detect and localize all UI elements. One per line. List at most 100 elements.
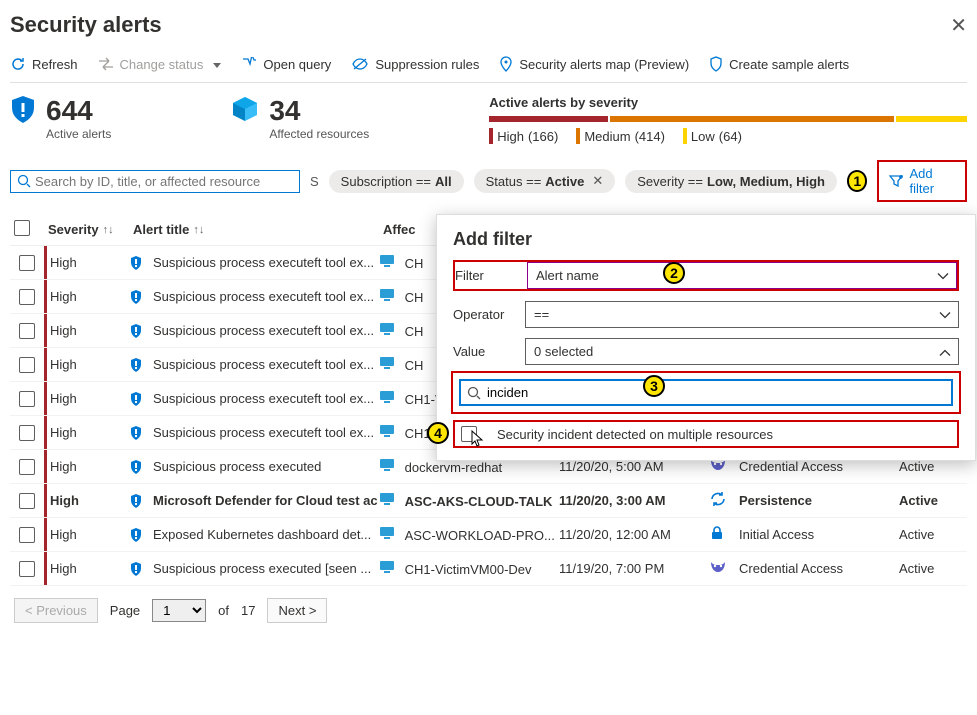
sev-bar-medium bbox=[610, 116, 894, 122]
cell-severity: High bbox=[50, 357, 129, 372]
cell-status: Active bbox=[899, 459, 959, 474]
search-box[interactable] bbox=[10, 170, 300, 193]
row-checkbox[interactable] bbox=[19, 357, 35, 373]
alert-shield-icon bbox=[129, 391, 143, 407]
cell-title: Microsoft Defender for Cloud test ac ... bbox=[129, 493, 379, 509]
monitor-icon bbox=[379, 254, 395, 268]
monitor-icon bbox=[379, 322, 395, 336]
severity-section: Active alerts by severity High (166) Med… bbox=[489, 95, 967, 144]
col-severity[interactable]: Severity ↑↓ bbox=[48, 222, 133, 237]
table-row[interactable]: High Microsoft Defender for Cloud test a… bbox=[10, 484, 967, 518]
filter-icon bbox=[889, 175, 903, 187]
previous-button[interactable]: < Previous bbox=[14, 598, 98, 623]
open-query-icon bbox=[241, 57, 257, 71]
operator-select[interactable]: == bbox=[525, 301, 959, 328]
open-query-button[interactable]: Open query bbox=[241, 57, 331, 72]
value-search-input[interactable] bbox=[487, 385, 945, 400]
row-checkbox[interactable] bbox=[19, 425, 35, 441]
pill-status[interactable]: Status == Active ✕ bbox=[474, 169, 616, 193]
affected-resources-stat: 34 Affected resources bbox=[231, 95, 369, 141]
filter-select[interactable]: Alert name bbox=[527, 262, 957, 289]
alert-shield-icon bbox=[129, 425, 143, 441]
cell-resource: ASC-WORKLOAD-PRO... bbox=[379, 526, 559, 543]
table-area: Severity ↑↓ Alert title ↑↓ Affec High Su… bbox=[10, 214, 967, 586]
severity-indicator bbox=[44, 518, 47, 551]
cell-title: Suspicious process executeft tool ex... bbox=[129, 323, 379, 339]
active-label: Active alerts bbox=[46, 127, 111, 141]
cell-time: 11/20/20, 5:00 AM bbox=[559, 459, 709, 474]
change-status-icon bbox=[98, 57, 114, 71]
severity-indicator bbox=[44, 314, 47, 347]
monitor-icon bbox=[379, 492, 395, 506]
change-status-label: Change status bbox=[120, 57, 204, 72]
severity-indicator bbox=[44, 348, 47, 381]
table-row[interactable]: High Suspicious process executed [seen .… bbox=[10, 552, 967, 586]
next-button[interactable]: Next > bbox=[267, 598, 327, 623]
sev-low-chip: Low (64) bbox=[683, 128, 742, 144]
change-status-button[interactable]: Change status bbox=[98, 57, 222, 72]
marker-2: 2 bbox=[663, 262, 685, 284]
refresh-button[interactable]: Refresh bbox=[10, 56, 78, 72]
truncated-s: S bbox=[310, 174, 319, 189]
cell-severity: High bbox=[50, 527, 129, 542]
affected-count: 34 bbox=[269, 95, 369, 127]
cell-severity: High bbox=[50, 255, 129, 270]
row-checkbox[interactable] bbox=[19, 561, 35, 577]
map-button[interactable]: Security alerts map (Preview) bbox=[499, 56, 689, 72]
of-label: of bbox=[218, 603, 229, 618]
sample-alerts-button[interactable]: Create sample alerts bbox=[709, 56, 849, 72]
row-checkbox[interactable] bbox=[19, 255, 35, 271]
cell-severity: High bbox=[50, 561, 129, 576]
refresh-label: Refresh bbox=[32, 57, 78, 72]
active-count: 644 bbox=[46, 95, 111, 127]
add-filter-label: Add filter bbox=[909, 166, 955, 196]
add-filter-button[interactable]: Add filter bbox=[877, 160, 967, 202]
page-select[interactable]: 1 bbox=[152, 599, 206, 622]
cell-title: Suspicious process executeft tool ex... bbox=[129, 391, 379, 407]
value-select[interactable]: 0 selected bbox=[525, 338, 959, 365]
cell-status: Active bbox=[899, 527, 959, 542]
swatch-low bbox=[683, 128, 687, 144]
severity-indicator bbox=[44, 552, 47, 585]
row-checkbox[interactable] bbox=[19, 527, 35, 543]
clear-status-icon[interactable]: ✕ bbox=[592, 173, 603, 189]
sort-icon: ↑↓ bbox=[103, 224, 114, 236]
pill-severity[interactable]: Severity == Low, Medium, High bbox=[625, 170, 837, 193]
row-checkbox[interactable] bbox=[19, 323, 35, 339]
alert-shield-icon bbox=[129, 255, 143, 271]
total-pages: 17 bbox=[241, 603, 255, 618]
row-checkbox[interactable] bbox=[19, 493, 35, 509]
suppression-button[interactable]: Suppression rules bbox=[351, 57, 479, 72]
filter-row: S Subscription == All Status == Active ✕… bbox=[10, 160, 967, 202]
col-title[interactable]: Alert title ↑↓ bbox=[133, 222, 383, 237]
cell-resource: CH1-VictimVM00-Dev bbox=[379, 560, 559, 577]
cube-icon bbox=[231, 95, 259, 123]
pill-subscription[interactable]: Subscription == All bbox=[329, 170, 464, 193]
close-icon[interactable]: ✕ bbox=[950, 13, 967, 38]
table-row[interactable]: High Exposed Kubernetes dashboard det...… bbox=[10, 518, 967, 552]
cell-title: Suspicious process executeft tool ex... bbox=[129, 425, 379, 441]
filter-option[interactable]: 4 Security incident detected on multiple… bbox=[453, 420, 959, 448]
cell-title: Suspicious process executed bbox=[129, 459, 379, 475]
row-checkbox[interactable] bbox=[19, 459, 35, 475]
sev-medium-chip: Medium (414) bbox=[576, 128, 665, 144]
row-checkbox[interactable] bbox=[19, 289, 35, 305]
refresh-icon bbox=[10, 56, 26, 72]
chevron-down-icon bbox=[939, 307, 951, 322]
chevron-up-icon bbox=[939, 344, 951, 359]
marker-1: 1 bbox=[847, 170, 868, 192]
chevron-down-icon bbox=[209, 57, 221, 72]
search-icon bbox=[467, 386, 481, 400]
page-title: Security alerts bbox=[10, 12, 162, 38]
marker-4: 4 bbox=[427, 422, 449, 444]
row-checkbox[interactable] bbox=[19, 391, 35, 407]
cell-severity: High bbox=[50, 459, 129, 474]
search-input[interactable] bbox=[35, 174, 293, 189]
affected-label: Affected resources bbox=[269, 127, 369, 141]
pager: < Previous Page 1 of 17 Next > bbox=[10, 586, 967, 635]
value-label: Value bbox=[453, 344, 521, 359]
severity-bar bbox=[489, 116, 967, 122]
shield-icon bbox=[709, 56, 723, 72]
select-all-checkbox[interactable] bbox=[14, 220, 30, 236]
cell-severity: High bbox=[50, 289, 129, 304]
